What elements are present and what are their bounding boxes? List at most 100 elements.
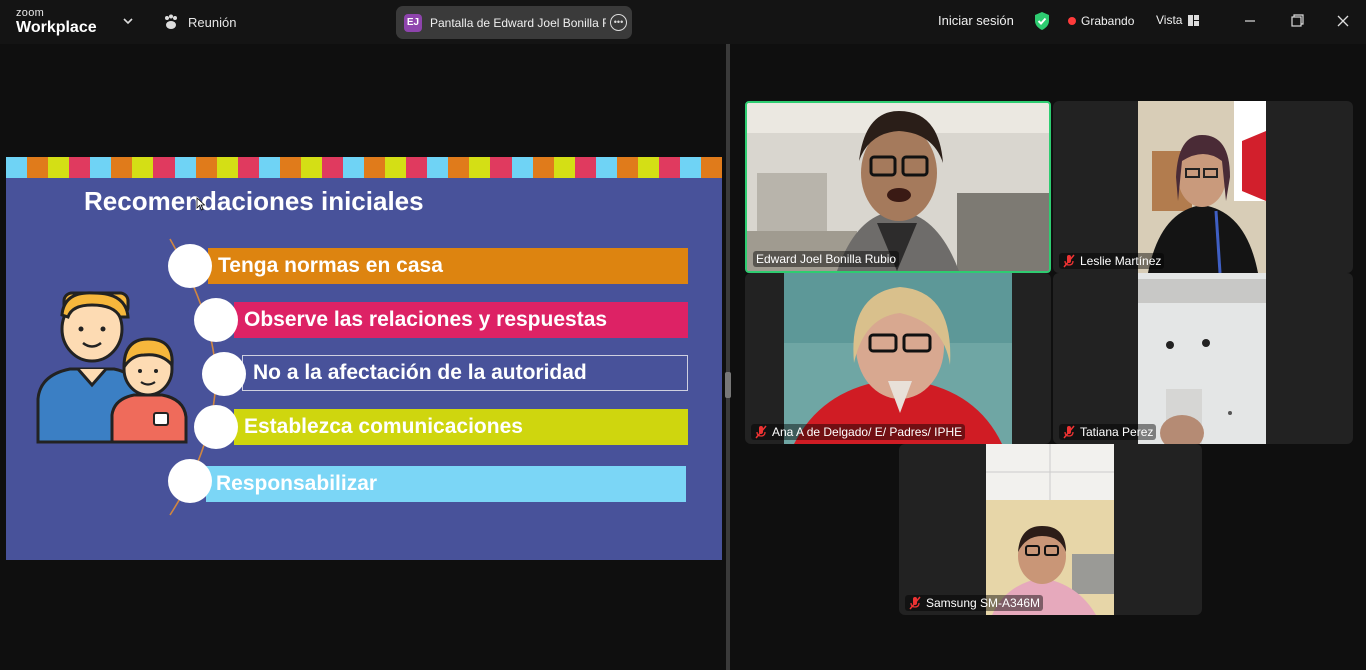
- participant-name-text: Edward Joel Bonilla Rubio: [756, 252, 897, 266]
- recommendation-3-label: No a la afectación de la autoridad: [253, 361, 587, 384]
- chevron-down-icon[interactable]: [122, 15, 134, 27]
- mouse-cursor-icon: [196, 197, 206, 211]
- stripe-segment: [490, 157, 512, 178]
- stripe-segment: [300, 157, 322, 178]
- recommendation-1: Tenga normas en casa: [208, 248, 688, 284]
- participant-name-text: Ana A de Delgado/ E/ Padres/ IPHE: [772, 425, 963, 439]
- participant-name: Tatiana Perez: [1059, 424, 1157, 440]
- meeting-button[interactable]: Reunión: [162, 13, 236, 31]
- stripe-segment: [153, 157, 175, 178]
- stripe-segment: [237, 157, 259, 178]
- video-feed: [1138, 273, 1266, 444]
- video-feed: [1138, 101, 1266, 273]
- recording-indicator[interactable]: Grabando: [1068, 14, 1134, 28]
- stripe-segment: [321, 157, 343, 178]
- mic-muted-icon: [755, 425, 767, 439]
- stripe-segment: [111, 157, 133, 178]
- video-feed: [784, 273, 1012, 444]
- view-label: Vista: [1156, 13, 1183, 27]
- video-tile-tatiana[interactable]: Tatiana Perez: [1053, 273, 1353, 444]
- shield-check-icon[interactable]: [1033, 11, 1051, 31]
- video-tile-samsung[interactable]: Samsung SM-A346M: [899, 444, 1202, 615]
- participant-name-text: Tatiana Perez: [1080, 425, 1154, 439]
- participant-name: Leslie Martínez: [1059, 253, 1165, 269]
- stripe-segment: [364, 157, 386, 178]
- stripe-segment: [132, 157, 154, 178]
- meeting-label: Reunión: [188, 14, 237, 30]
- recommendation-2-marker: [194, 298, 238, 342]
- recommendation-2: Observe las relaciones y respuestas: [234, 302, 688, 338]
- recommendation-2-label: Observe las relaciones y respuestas: [244, 308, 608, 331]
- recommendation-3-marker: [202, 352, 246, 396]
- stripe-segment: [511, 157, 533, 178]
- participant-name-text: Samsung SM-A346M: [926, 596, 1041, 610]
- mic-muted-icon: [909, 596, 921, 610]
- stripe-segment: [6, 157, 28, 178]
- recommendation-4-marker: [194, 405, 238, 449]
- stripe-segment: [427, 157, 449, 178]
- mic-muted-icon: [1063, 425, 1075, 439]
- stripe-segment: [616, 157, 638, 178]
- stripe-segment: [90, 157, 112, 178]
- video-tile-leslie[interactable]: Leslie Martínez: [1053, 101, 1353, 273]
- stripe-segment: [553, 157, 575, 178]
- stripe-segment: [448, 157, 470, 178]
- stripe-segment: [195, 157, 217, 178]
- video-tile-ana[interactable]: Ana A de Delgado/ E/ Padres/ IPHE: [745, 273, 1051, 444]
- participant-name-text: Leslie Martínez: [1080, 254, 1162, 268]
- recording-label: Grabando: [1081, 14, 1135, 28]
- participant-name: Samsung SM-A346M: [905, 595, 1044, 611]
- recommendation-3: No a la afectación de la autoridad: [242, 355, 688, 391]
- mic-muted-icon: [1063, 254, 1075, 268]
- slide-title: Recomendaciones iniciales: [84, 186, 424, 216]
- paw-icon: [165, 14, 177, 29]
- recommendation-1-label: Tenga normas en casa: [218, 254, 443, 277]
- stripe-segment: [595, 157, 617, 178]
- recommendation-1-marker: [168, 244, 212, 288]
- color-stripe: [6, 157, 722, 178]
- signin-button[interactable]: Iniciar sesión: [938, 13, 1014, 28]
- participant-name: Ana A de Delgado/ E/ Padres/ IPHE: [751, 424, 966, 440]
- stripe-segment: [532, 157, 554, 178]
- stripe-segment: [406, 157, 428, 178]
- stripe-segment: [701, 157, 722, 178]
- stripe-segment: [258, 157, 280, 178]
- video-tile-edward[interactable]: Edward Joel Bonilla Rubio: [745, 101, 1051, 273]
- shared-screen-slide: Recomendaciones iniciales Tenga normas e…: [6, 157, 722, 560]
- stripe-segment: [27, 157, 49, 178]
- title-bar: zoom Workplace Reunión EJ Pantalla de Ed…: [0, 0, 1366, 44]
- view-button[interactable]: Vista: [1156, 13, 1200, 27]
- minimize-icon[interactable]: [1238, 10, 1262, 32]
- recommendation-4-label: Establezca comunicaciones: [244, 415, 523, 438]
- stripe-segment: [216, 157, 238, 178]
- screen-share-indicator[interactable]: EJ Pantalla de Edward Joel Bonilla R •••: [396, 6, 632, 39]
- stripe-segment: [637, 157, 659, 178]
- recording-dot-icon: [1068, 17, 1076, 25]
- recommendation-4: Establezca comunicaciones: [234, 409, 688, 445]
- brand-bottom: Workplace: [16, 19, 97, 36]
- stripe-segment: [343, 157, 365, 178]
- recommendation-5-label: Responsabilizar: [216, 472, 378, 495]
- recommendation-5-marker: [168, 459, 212, 503]
- split-handle[interactable]: [725, 372, 731, 398]
- stripe-segment: [48, 157, 70, 178]
- grid-view-icon: [1188, 14, 1200, 26]
- restore-icon[interactable]: [1285, 10, 1309, 32]
- zoom-workplace-logo[interactable]: zoom Workplace: [16, 8, 97, 36]
- video-feed: [747, 103, 1049, 271]
- video-feed: [986, 444, 1114, 615]
- stripe-segment: [174, 157, 196, 178]
- split-divider[interactable]: [726, 44, 730, 670]
- participant-name: Edward Joel Bonilla Rubio: [753, 251, 900, 267]
- sharer-avatar: EJ: [404, 13, 422, 32]
- stripe-segment: [658, 157, 680, 178]
- stripe-segment: [469, 157, 491, 178]
- share-title: Pantalla de Edward Joel Bonilla R: [430, 15, 606, 30]
- stripe-segment: [279, 157, 301, 178]
- stripe-segment: [385, 157, 407, 178]
- stripe-segment: [680, 157, 702, 178]
- close-icon[interactable]: [1331, 10, 1355, 32]
- brand-top: zoom: [16, 7, 45, 19]
- more-options-icon[interactable]: •••: [610, 14, 627, 31]
- recommendation-5: Responsabilizar: [206, 466, 686, 502]
